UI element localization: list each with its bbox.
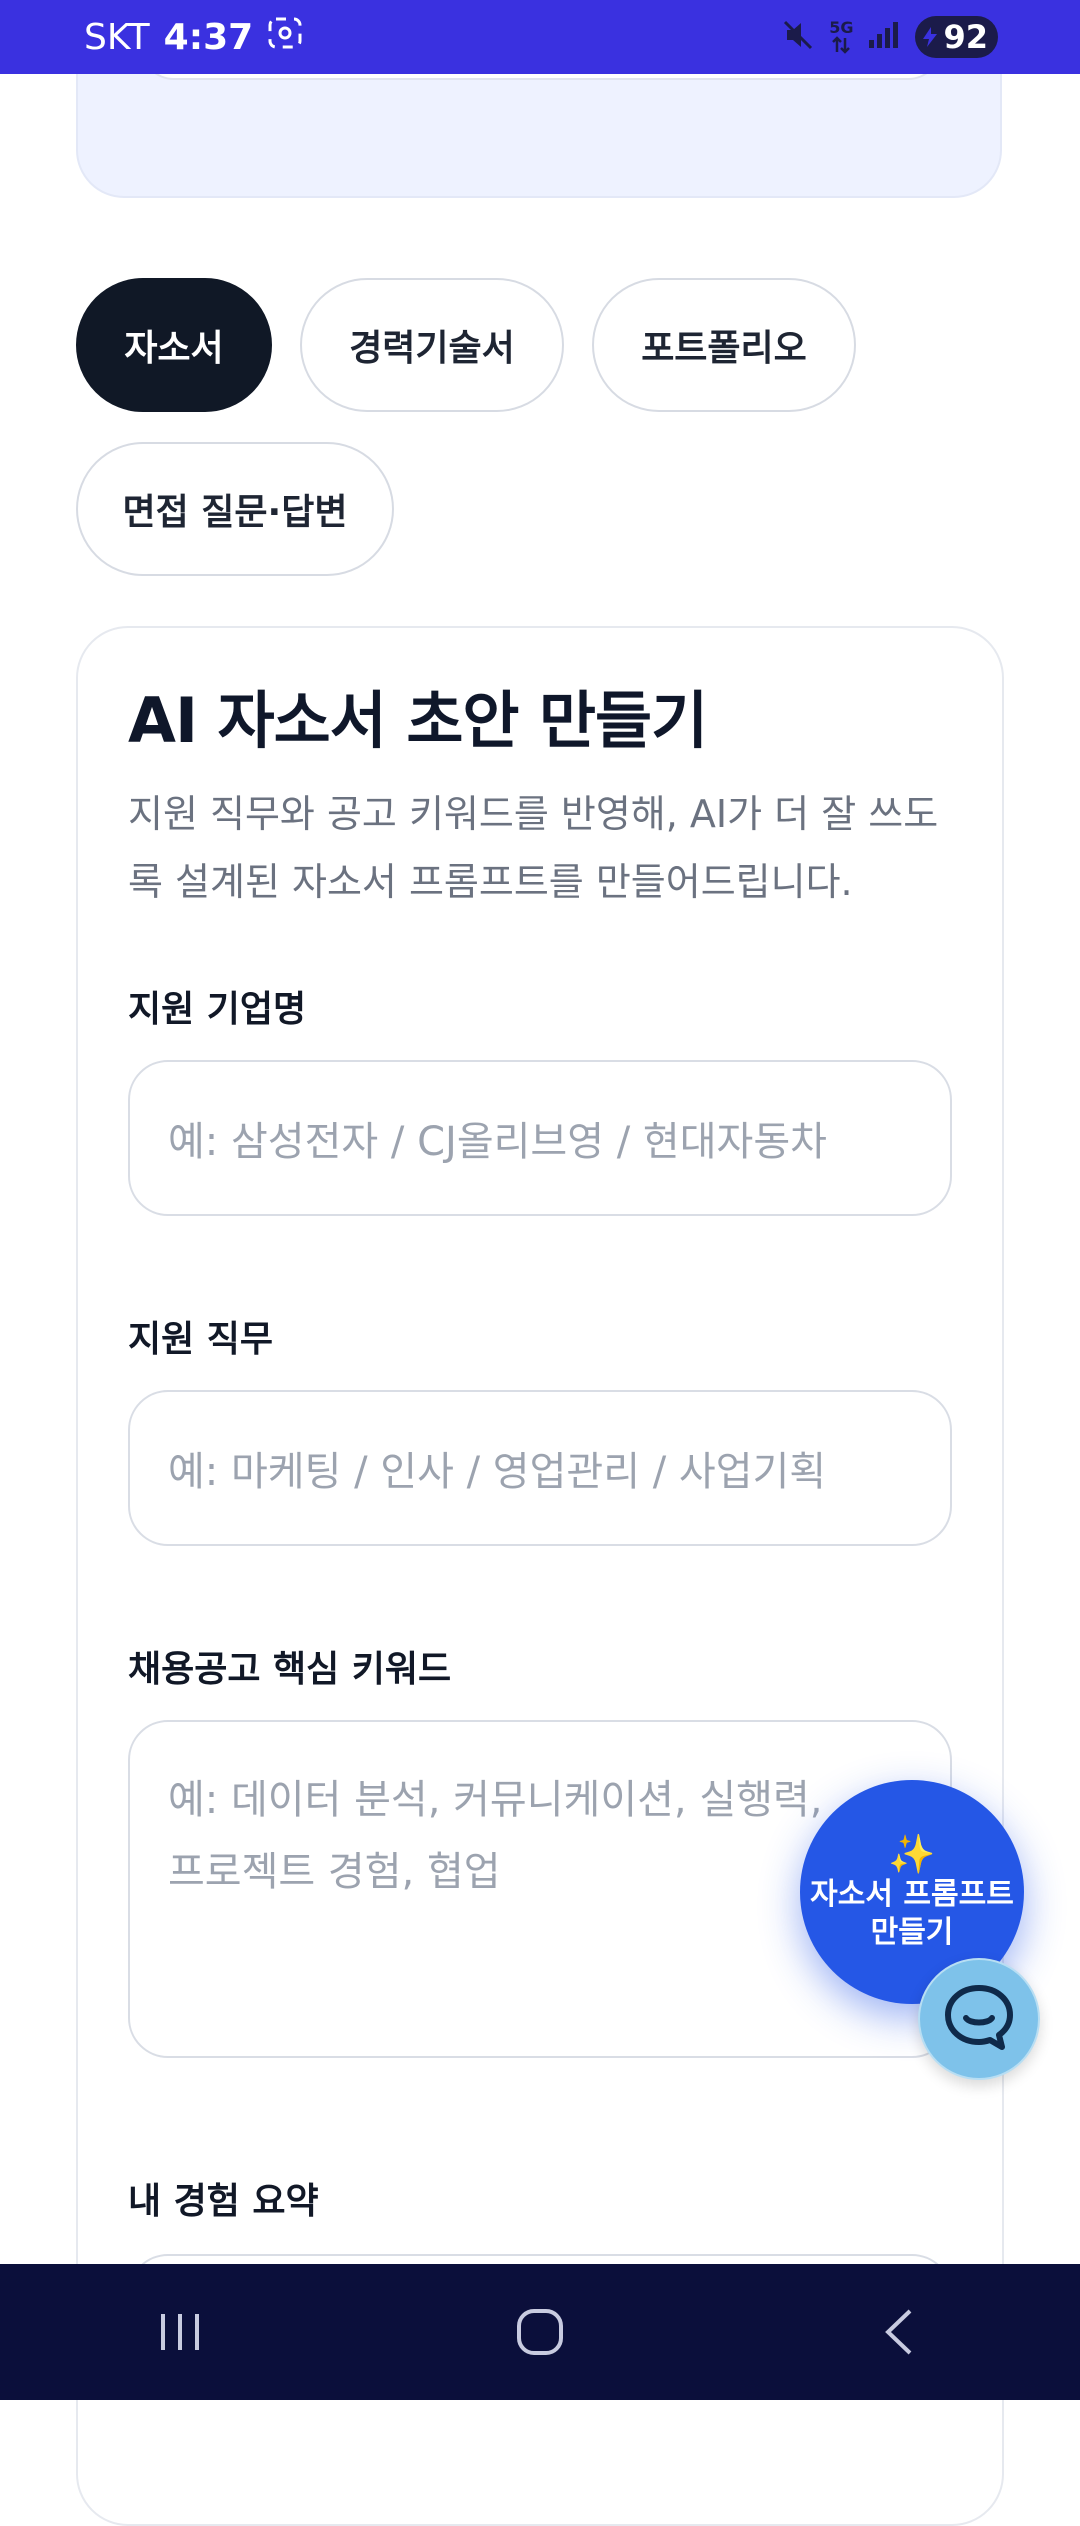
job-placeholder: 예: 마케팅 / 인사 / 영업관리 / 사업기획 [168, 1449, 827, 1495]
form-description: 지원 직무와 공고 키워드를 반영해, AI가 더 잘 쓰도록 설계된 자소서 … [128, 792, 939, 904]
fab-label-line1: 자소서 프롬프트 [810, 1877, 1014, 1912]
tab-resume[interactable]: 자소서 [76, 278, 272, 412]
job-input[interactable]: 예: 마케팅 / 인사 / 영업관리 / 사업기획 [128, 1390, 952, 1546]
system-nav-bar [0, 2264, 1080, 2400]
sparkle-icon: ✨ [888, 1832, 936, 1876]
network-label: 5G [829, 18, 854, 37]
carrier-label: SKT [84, 16, 150, 58]
status-bar: SKT 4:37 5G 92 [0, 0, 1080, 74]
experience-label: 내 경험 요약 [128, 2181, 319, 2222]
back-button[interactable] [840, 2282, 960, 2382]
tab-career-description[interactable]: 경력기술서 [300, 278, 564, 412]
mute-icon [781, 18, 815, 56]
home-icon [517, 2309, 563, 2355]
clock: 4:37 [163, 16, 254, 58]
keywords-label: 채용공고 핵심 키워드 [128, 1649, 452, 1690]
battery-indicator: 92 [915, 16, 998, 58]
recent-apps-icon [161, 2314, 199, 2350]
back-icon [885, 2309, 912, 2355]
company-input[interactable]: 예: 삼성전자 / CJ올리브영 / 현대자동차 [128, 1060, 952, 1216]
home-button[interactable] [480, 2282, 600, 2382]
signal-icon [867, 20, 901, 54]
keywords-placeholder: 예: 데이터 분석, 커뮤니케이션, 실행력, 프로젝트 경험, 협업 [168, 1777, 823, 1895]
fab-label-line2: 만들기 [870, 1915, 954, 1950]
chat-button[interactable] [918, 1958, 1040, 2080]
job-label: 지원 직무 [128, 1319, 274, 1360]
company-placeholder: 예: 삼성전자 / CJ올리브영 / 현대자동차 [168, 1119, 827, 1165]
form-title: AI 자소서 초안 만들기 [128, 684, 708, 757]
screenshot-icon [267, 16, 303, 59]
status-right: 5G 92 [781, 16, 998, 58]
tab-interview-qa[interactable]: 면접 질문·답변 [76, 442, 394, 576]
tab-portfolio[interactable]: 포트폴리오 [592, 278, 856, 412]
company-label: 지원 기업명 [128, 989, 307, 1030]
recent-apps-button[interactable] [120, 2282, 240, 2382]
network-5g-icon: 5G [829, 20, 853, 54]
status-left: SKT 4:37 [84, 16, 303, 59]
charging-icon [923, 27, 938, 47]
chat-icon [942, 1982, 1016, 2056]
battery-level: 92 [943, 18, 988, 56]
